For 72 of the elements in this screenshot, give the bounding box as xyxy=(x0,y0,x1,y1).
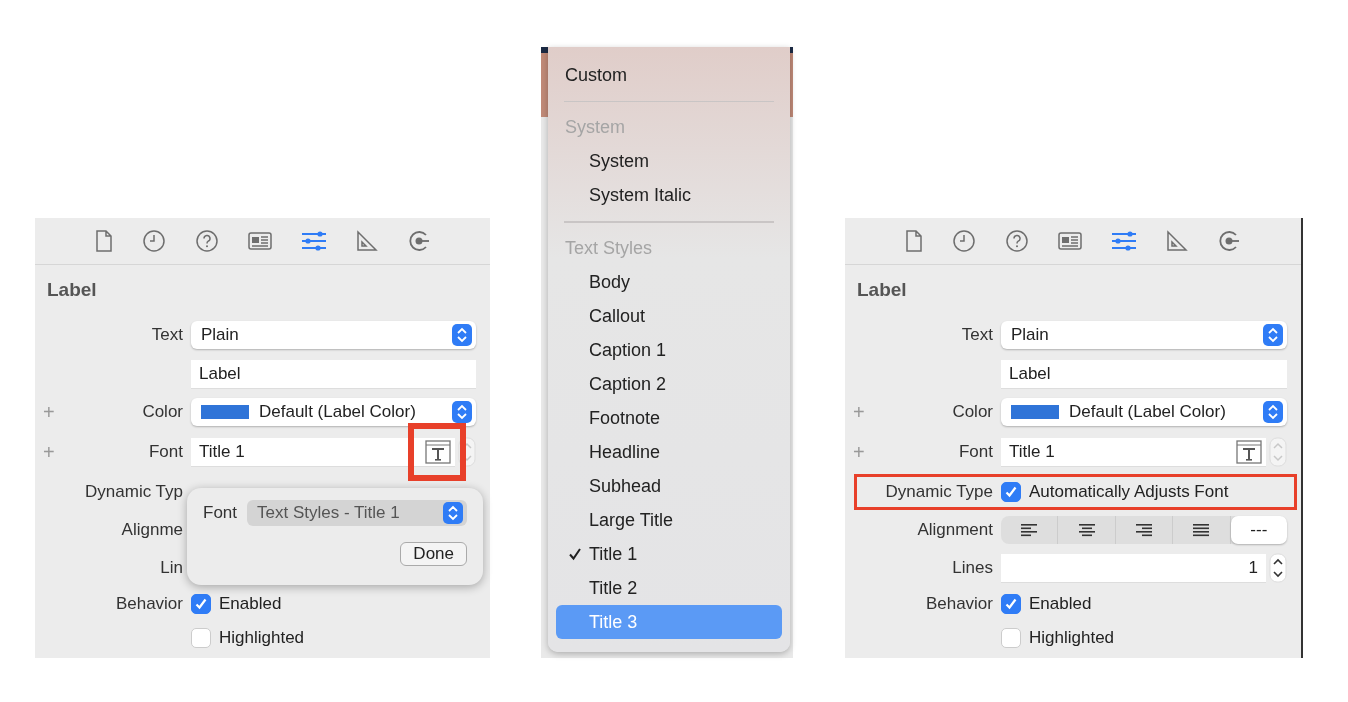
id-card-icon[interactable] xyxy=(247,231,272,251)
checkbox-label: Enabled xyxy=(1029,594,1092,614)
field-label: Lines xyxy=(952,558,993,577)
section-title: Label xyxy=(46,278,98,302)
field-label: Behavior xyxy=(925,594,993,613)
checkbox-label: Highlighted xyxy=(1029,628,1115,648)
field-label: Font xyxy=(958,442,993,461)
style-dropdown[interactable]: Plain xyxy=(191,321,476,349)
help-icon[interactable] xyxy=(1005,229,1029,253)
checkbox-label: Enabled xyxy=(219,594,282,614)
help-icon[interactable] xyxy=(194,229,219,253)
alignment-control[interactable]: --- xyxy=(1001,516,1287,544)
menu-item[interactable]: Subhead xyxy=(556,469,782,503)
checkbox[interactable] xyxy=(1001,482,1021,502)
color-dropdown[interactable]: Default (Label Color) xyxy=(191,398,476,426)
connections-icon[interactable] xyxy=(1217,229,1241,253)
menu-item[interactable]: Body xyxy=(556,265,782,299)
font-icon[interactable] xyxy=(1236,439,1262,464)
font-field[interactable]: Title 1 xyxy=(191,437,455,467)
file-icon[interactable] xyxy=(905,230,923,252)
field-label: Alignment xyxy=(917,520,993,539)
font-dropdown[interactable]: Text Styles - Title 1 xyxy=(247,500,467,526)
menu-item[interactable]: Custom xyxy=(556,58,782,92)
checkbox-label: Highlighted xyxy=(219,628,305,648)
menu-item[interactable]: Title 2 xyxy=(556,571,782,605)
field-label: Color xyxy=(952,402,993,421)
field-label: Font xyxy=(148,442,183,461)
field-label: Behavior xyxy=(115,594,183,613)
menu-header: Text Styles xyxy=(564,236,654,260)
id-card-icon[interactable] xyxy=(1058,231,1082,251)
text-field[interactable]: Label xyxy=(191,359,476,389)
field-label: Text xyxy=(151,325,183,344)
field-label: Alignme xyxy=(121,520,183,539)
checkbox[interactable] xyxy=(191,628,211,648)
menu-item[interactable]: Callout xyxy=(556,299,782,333)
checkbox-label: Automatically Adjusts Font xyxy=(1029,482,1229,502)
menu-item[interactable]: System Italic xyxy=(556,178,782,213)
alignment-option[interactable]: --- xyxy=(1230,516,1288,544)
menu-item[interactable]: Headline xyxy=(556,435,782,469)
stepper-icon[interactable] xyxy=(1269,553,1287,583)
field-label: Lin xyxy=(160,558,183,577)
sliders-icon[interactable] xyxy=(300,230,327,252)
menu-header: System xyxy=(564,116,626,139)
text-field[interactable]: Label xyxy=(1001,359,1287,389)
field-label: Font xyxy=(203,503,238,523)
sliders-icon[interactable] xyxy=(1111,230,1137,252)
style-dropdown[interactable]: Plain xyxy=(1001,321,1287,349)
field-label: Color xyxy=(142,402,183,421)
done-button[interactable]: Done xyxy=(400,542,467,566)
lines-field[interactable]: 1 xyxy=(1001,553,1266,583)
file-icon[interactable] xyxy=(94,230,113,252)
field-label: Dynamic Typ xyxy=(85,482,183,501)
field-label: Dynamic Type xyxy=(885,482,993,501)
menu-item[interactable]: Caption 2 xyxy=(556,367,782,401)
menu-item[interactable]: System xyxy=(556,144,782,179)
menu-item[interactable]: Footnote xyxy=(556,401,782,435)
menu-item[interactable]: Large Title xyxy=(556,503,782,537)
font-field[interactable]: Title 1 xyxy=(1001,437,1266,467)
clock-icon[interactable] xyxy=(141,229,166,253)
menu-item[interactable]: Caption 1 xyxy=(556,333,782,367)
connections-icon[interactable] xyxy=(406,229,431,253)
clock-icon[interactable] xyxy=(952,229,976,253)
field-label: Text xyxy=(961,325,993,344)
ruler-icon[interactable] xyxy=(355,230,378,252)
menu-item[interactable]: Title 1 xyxy=(556,537,782,571)
checkbox[interactable] xyxy=(191,594,211,614)
checkbox[interactable] xyxy=(1001,628,1021,648)
section-title: Label xyxy=(856,278,908,302)
checkbox[interactable] xyxy=(1001,594,1021,614)
ruler-icon[interactable] xyxy=(1166,230,1188,252)
color-dropdown[interactable]: Default (Label Color) xyxy=(1001,398,1287,426)
font-icon[interactable] xyxy=(425,439,451,464)
